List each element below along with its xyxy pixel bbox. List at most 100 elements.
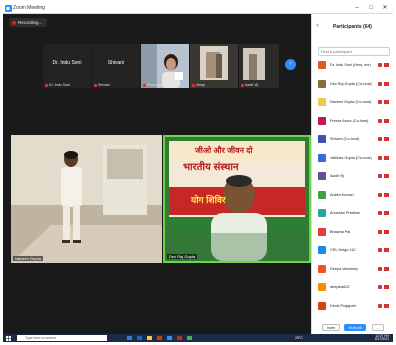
mic-muted-icon[interactable] [378, 137, 382, 141]
participant-row[interactable]: Ankita Kumari [316, 188, 392, 202]
thumbnail-caption: Vinay [192, 83, 205, 87]
more-button[interactable]: ... [372, 324, 384, 331]
participant-row[interactable]: Bhawna Pal [316, 225, 392, 239]
mic-muted-icon [94, 83, 97, 87]
video-off-icon[interactable] [384, 285, 389, 289]
thumbnail-caption: Aadit Vij [241, 83, 258, 87]
windows-taskbar: Type here to search 25°C 12:07 PM 6/17/2… [3, 334, 393, 342]
mic-muted-icon[interactable] [378, 229, 382, 234]
title-bar: Zoom Meeting – □ ✕ [3, 3, 393, 14]
system-clock[interactable]: 12:07 PM 6/17/2021 [375, 334, 389, 341]
thumbnail-tile[interactable]: Prerna Anura... [141, 44, 189, 88]
thumbnail-caption-text: Vinay [196, 83, 205, 87]
participant-name: Dev Raj Gupta (Co-host) [330, 81, 372, 86]
panel-footer: Invite Mute All ... [312, 321, 393, 334]
participant-row[interactable]: Deepa Varshney [316, 262, 392, 276]
participant-name: Devki Prajapati [330, 303, 356, 308]
record-dot-icon [12, 20, 16, 25]
mic-muted-icon[interactable] [378, 192, 382, 197]
participant-row[interactable]: deepika622 [316, 280, 392, 294]
participant-row[interactable]: Aadit Vij [316, 169, 392, 183]
participant-video-image [141, 44, 189, 88]
participant-row[interactable]: Dr. Indu Soni (Host, me) [316, 58, 392, 72]
video-off-icon[interactable] [384, 174, 389, 178]
mic-muted-icon[interactable] [378, 155, 382, 160]
mic-muted-icon[interactable] [378, 248, 382, 252]
zoom-logo-icon [5, 5, 12, 12]
thumbnail-tile[interactable]: Shivani Shivani [92, 44, 140, 88]
participant-name: Bhawna Pal [330, 229, 351, 234]
participant-name: Dr. Indu Soni (Host, me) [330, 63, 371, 67]
mic-muted-icon[interactable] [378, 63, 382, 67]
participant-row[interactable]: CRL Delgo 112 [316, 243, 392, 257]
active-speaker-video[interactable]: जीओ और जीवन दो भारतीय संस्थान योग शिविर … [163, 135, 311, 263]
minimize-button[interactable]: – [351, 4, 363, 13]
windows-start-icon[interactable] [6, 335, 11, 341]
participant-search-input[interactable] [318, 47, 390, 56]
participant-name: Vaibhav Gupta (Co-host) [330, 155, 372, 160]
weather-text[interactable]: 25°C [295, 336, 303, 340]
file-explorer-icon[interactable] [147, 336, 152, 340]
mute-all-button[interactable]: Mute All [344, 324, 366, 331]
mic-muted-icon[interactable] [378, 211, 382, 215]
banner-text-3: योग शिविर [191, 195, 226, 205]
zoom-taskbar-icon[interactable] [167, 336, 172, 340]
participant-row[interactable]: Vaibhav Gupta (Co-host) [316, 151, 392, 165]
participant-avatar [318, 227, 326, 236]
participant-avatar [318, 301, 326, 310]
recording-indicator[interactable]: Recording... [9, 18, 48, 27]
video-caption: Naveen Gupta [13, 256, 43, 261]
participant-row[interactable]: Devki Prajapati [316, 299, 392, 313]
thumbnail-tile[interactable]: Vinay [190, 44, 238, 88]
office-icon[interactable] [157, 336, 162, 340]
participant-name: CRL Delgo 112 [330, 248, 356, 252]
mic-muted-icon[interactable] [378, 81, 382, 86]
thumbnail-tile[interactable]: Aadit Vij [239, 44, 279, 88]
invite-button[interactable]: Invite [322, 324, 340, 331]
video-off-icon[interactable] [384, 266, 389, 271]
video-off-icon[interactable] [384, 100, 389, 104]
video-off-icon[interactable] [384, 303, 389, 308]
mic-muted-icon[interactable] [378, 303, 382, 308]
maximize-button[interactable]: □ [365, 4, 377, 13]
participant-row[interactable]: Dev Raj Gupta (Co-host) [316, 77, 392, 91]
video-off-icon[interactable] [384, 155, 389, 160]
participant-row[interactable]: Prerna Arora (Co-host) [316, 114, 392, 128]
powerpoint-icon[interactable] [177, 336, 182, 340]
task-view-icon[interactable] [127, 336, 132, 340]
chrome-icon[interactable] [187, 336, 192, 340]
mic-muted-icon[interactable] [378, 174, 382, 178]
participant-avatar [318, 153, 326, 162]
participant-name: Naveen Gupta (Co-host) [330, 100, 372, 104]
thumbnail-tile[interactable]: Dr. Indu Soni Dr. Indu Soni [43, 44, 91, 88]
video-off-icon[interactable] [384, 137, 389, 141]
participant-row[interactable]: Shivani (Co-host) [316, 132, 392, 146]
mic-muted-icon[interactable] [378, 266, 382, 271]
taskbar-search-text: Type here to search [25, 336, 56, 340]
next-page-button[interactable]: › [285, 59, 296, 70]
mic-muted-icon [143, 83, 146, 87]
mic-muted-icon[interactable] [378, 118, 382, 123]
mic-muted-icon[interactable] [378, 285, 382, 289]
participant-row[interactable]: Naveen Gupta (Co-host) [316, 95, 392, 109]
participant-avatar [318, 246, 326, 254]
video-off-icon[interactable] [384, 81, 389, 86]
video-off-icon[interactable] [384, 192, 389, 197]
participants-title: Participants (64) [333, 24, 372, 30]
banner-text-2: भारतीय संस्थान [183, 162, 239, 173]
edge-icon[interactable] [137, 336, 142, 340]
video-off-icon[interactable] [384, 248, 389, 252]
thumbnail-caption-text: Dr. Indu Soni [49, 83, 70, 87]
participant-video-left[interactable]: Naveen Gupta [11, 135, 162, 263]
video-off-icon[interactable] [384, 63, 389, 67]
thumbnail-strip: Dr. Indu Soni Dr. Indu Soni Shivani Shiv… [43, 44, 303, 88]
video-off-icon[interactable] [384, 229, 389, 234]
video-off-icon[interactable] [384, 118, 389, 123]
participant-avatar [318, 61, 326, 69]
window-title: Zoom Meeting [13, 5, 45, 11]
mic-muted-icon[interactable] [378, 100, 382, 104]
close-button[interactable]: ✕ [379, 4, 391, 13]
taskbar-search-box[interactable]: Type here to search [17, 335, 107, 341]
participant-row[interactable]: Anushka Pradhan [316, 206, 392, 220]
video-off-icon[interactable] [384, 211, 389, 215]
